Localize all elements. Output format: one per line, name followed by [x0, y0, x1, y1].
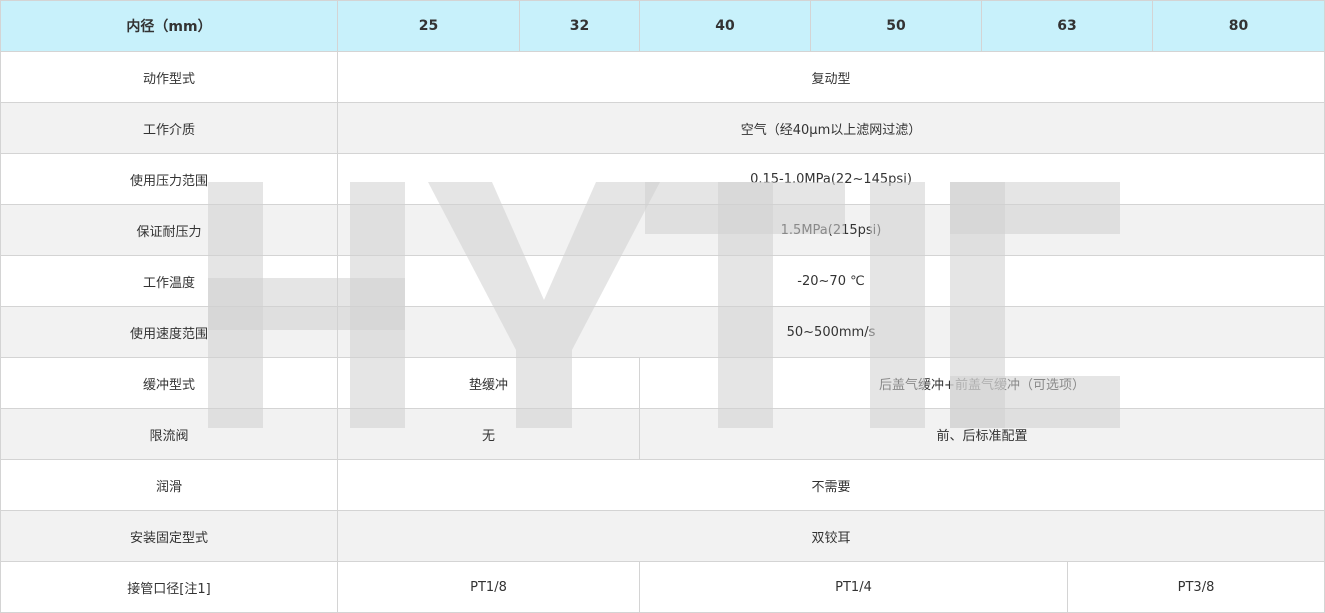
row-value-medium: 空气（经40μm以上滤网过滤） [338, 103, 1325, 154]
row-value-cushion-small: 垫缓冲 [338, 358, 640, 409]
row-value-lubrication: 不需要 [338, 460, 1325, 511]
row-label-medium: 工作介质 [0, 103, 338, 154]
row-value-temperature: -20~70 ℃ [338, 256, 1325, 307]
row-value-action-type: 复动型 [338, 52, 1325, 103]
row-label-cushion-type: 缓冲型式 [0, 358, 338, 409]
header-bore-50: 50 [811, 0, 982, 52]
row-label-port-size: 接管口径[注1] [0, 562, 338, 613]
row-label-temperature: 工作温度 [0, 256, 338, 307]
header-bore-label: 内径（mm） [0, 0, 338, 52]
header-bore-25: 25 [338, 0, 520, 52]
header-bore-80: 80 [1153, 0, 1325, 52]
row-label-lubrication: 润滑 [0, 460, 338, 511]
row-value-port-size-small: PT1/8 [338, 562, 640, 613]
row-value-cushion-large: 后盖气缓冲+前盖气缓冲（可选项） [640, 358, 1325, 409]
row-label-pressure-range: 使用压力范围 [0, 154, 338, 205]
row-value-speed-range: 50~500mm/s [338, 307, 1325, 358]
row-label-mounting-type: 安装固定型式 [0, 511, 338, 562]
row-label-proof-pressure: 保证耐压力 [0, 205, 338, 256]
row-value-flow-valve-large: 前、后标准配置 [640, 409, 1325, 460]
header-bore-32: 32 [520, 0, 640, 52]
row-label-action-type: 动作型式 [0, 52, 338, 103]
header-bore-63: 63 [982, 0, 1153, 52]
row-value-flow-valve-small: 无 [338, 409, 640, 460]
row-label-speed-range: 使用速度范围 [0, 307, 338, 358]
row-label-flow-valve: 限流阀 [0, 409, 338, 460]
row-value-pressure-range: 0.15-1.0MPa(22~145psi) [338, 154, 1325, 205]
row-value-mounting-type: 双铰耳 [338, 511, 1325, 562]
row-value-port-size-medium: PT1/4 [640, 562, 1068, 613]
row-value-port-size-large: PT3/8 [1068, 562, 1325, 613]
row-value-proof-pressure: 1.5MPa(215psi) [338, 205, 1325, 256]
header-bore-40: 40 [640, 0, 811, 52]
spec-table: 内径（mm） 25 32 40 50 63 80 动作型式 复动型 工作介质 空… [0, 0, 1325, 613]
